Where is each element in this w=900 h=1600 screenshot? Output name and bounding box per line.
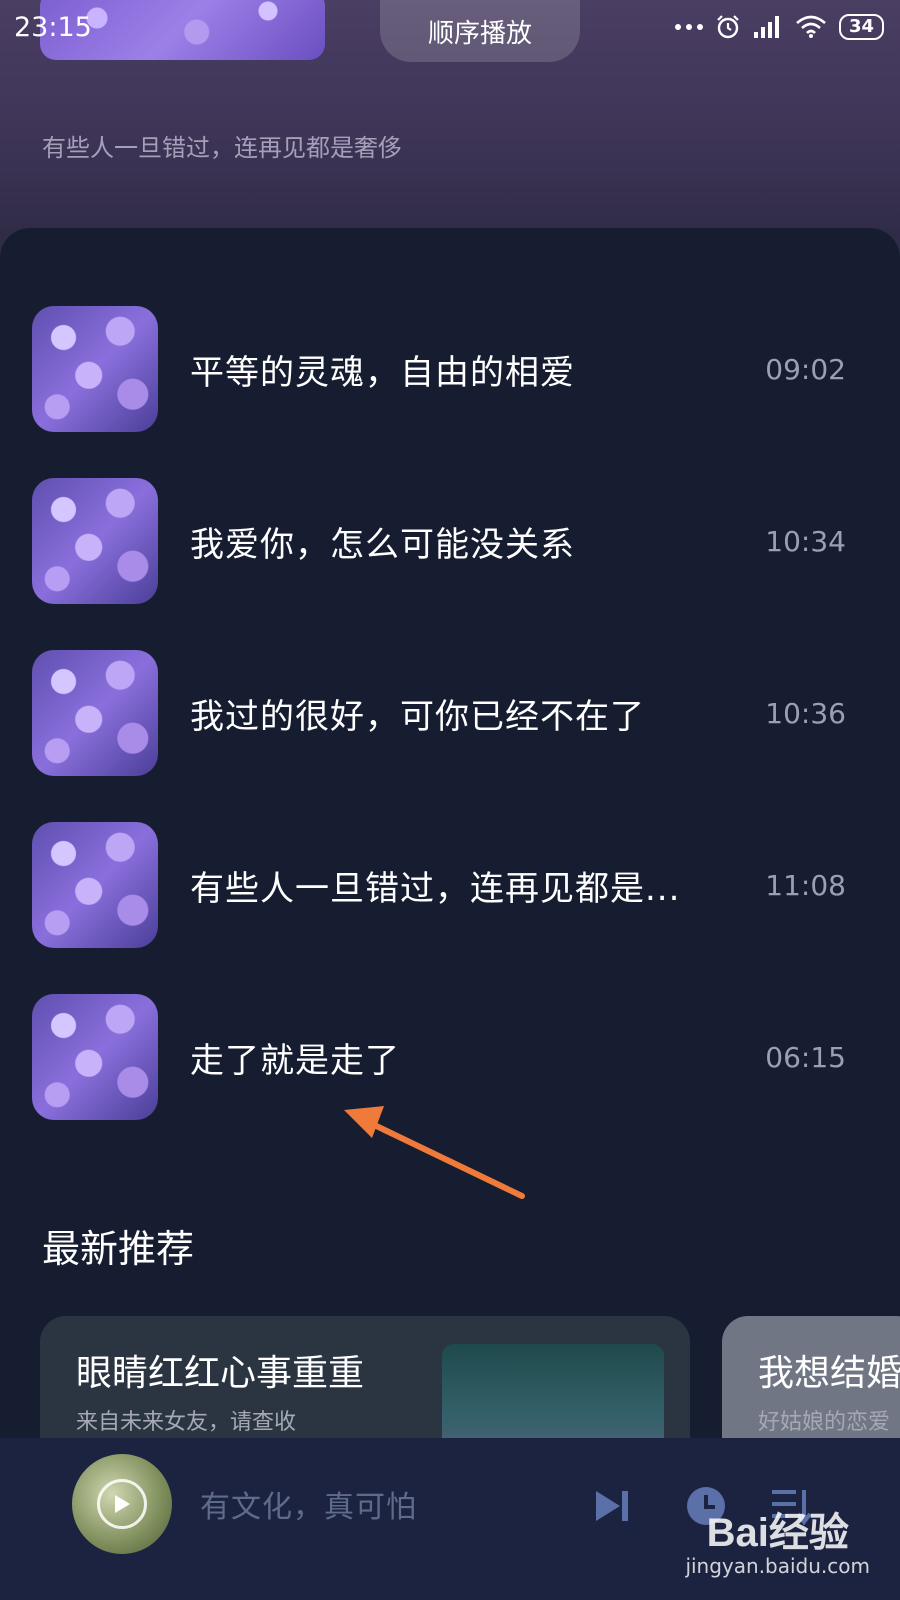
recommend-card-title: 我想结婚 (758, 1353, 900, 1394)
more-dots-icon (674, 24, 703, 30)
song-duration: 11:08 (765, 868, 846, 902)
wifi-icon (796, 15, 826, 38)
signal-icon (753, 16, 779, 38)
watermark-url: jingyan.baidu.com (685, 1554, 870, 1578)
song-duration: 09:02 (765, 352, 846, 386)
song-title: 走了就是走了 (190, 1040, 400, 1081)
song-row[interactable]: 我爱你，怎么可能没关系 10:34 (0, 476, 900, 606)
song-title: 平等的灵魂，自由的相爱 (190, 352, 575, 393)
play-mode-button[interactable]: 顺序播放 (380, 0, 580, 62)
alarm-icon (717, 15, 739, 39)
song-title: 有些人一旦错过，连再见都是... (190, 868, 681, 909)
play-icon[interactable] (97, 1479, 147, 1529)
song-row[interactable]: 有些人一旦错过，连再见都是... 11:08 (0, 820, 900, 950)
song-cover (32, 822, 158, 948)
recommend-card-subtitle: 来自未来女友，请查收 (76, 1410, 297, 1435)
song-duration: 10:34 (765, 524, 846, 558)
header-subtitle: 有些人一旦错过，连再见都是奢侈 (42, 134, 402, 162)
watermark: Bai经验 jingyan.baidu.com (685, 1500, 870, 1578)
song-title: 我过的很好，可你已经不在了 (190, 696, 645, 737)
now-playing-title: 有文化，真可怕 (200, 1490, 417, 1525)
next-track-icon[interactable] (590, 1484, 634, 1528)
song-duration: 10:36 (765, 696, 846, 730)
play-mode-label: 顺序播放 (427, 18, 532, 49)
song-cover (32, 306, 158, 432)
song-row[interactable]: 走了就是走了 06:15 (0, 992, 900, 1122)
song-cover (32, 650, 158, 776)
recommend-card-title: 眼睛红红心事重重 (76, 1353, 365, 1394)
song-row[interactable]: 我过的很好，可你已经不在了 10:36 (0, 648, 900, 778)
status-icons: 34 (674, 14, 884, 40)
song-duration: 06:15 (765, 1040, 846, 1074)
watermark-brand: Bai经验 (706, 1511, 849, 1555)
song-cover (32, 994, 158, 1120)
battery-indicator: 34 (838, 14, 884, 40)
player-cover[interactable] (72, 1454, 172, 1554)
song-row[interactable]: 平等的灵魂，自由的相爱 09:02 (0, 304, 900, 434)
song-cover (32, 478, 158, 604)
section-title: 最新推荐 (42, 1227, 195, 1271)
status-time: 23:15 (14, 12, 92, 43)
song-title: 我爱你，怎么可能没关系 (190, 524, 575, 565)
header: 23:15 顺序播放 34 有些人一旦错过，连再见都是奢侈 (0, 0, 900, 260)
recommend-card-subtitle: 好姑娘的恋爱 (758, 1410, 891, 1435)
